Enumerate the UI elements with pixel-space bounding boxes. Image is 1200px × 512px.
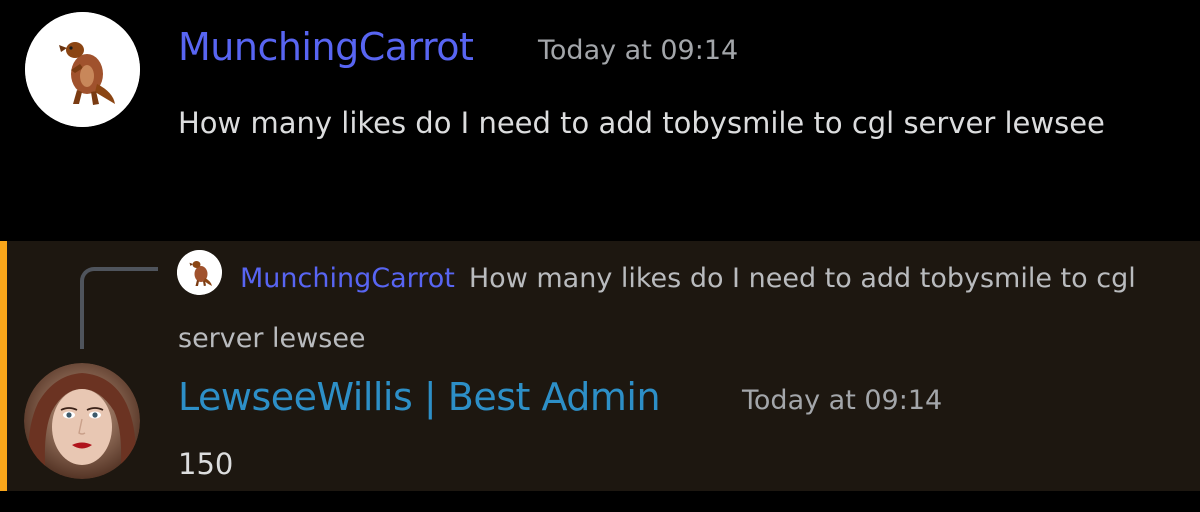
chat-view: MunchingCarrot Today at 09:14 How many l… <box>0 0 1200 512</box>
author-name[interactable]: LewseeWillis | Best Admin <box>178 378 661 416</box>
chat-bottom-spacer <box>0 491 1200 512</box>
reply-author-name[interactable]: MunchingCarrot <box>240 263 455 294</box>
chat-message: MunchingCarrot Today at 09:14 How many l… <box>0 0 1200 240</box>
author-name[interactable]: MunchingCarrot <box>178 28 474 66</box>
otter-avatar-icon[interactable] <box>25 12 140 127</box>
chat-message-highlighted: MunchingCarrot How many likes do I need t… <box>0 241 1200 491</box>
message-timestamp: Today at 09:14 <box>742 385 943 416</box>
mention-highlight-bar <box>0 241 7 491</box>
woman-portrait-avatar-icon[interactable] <box>24 363 140 479</box>
message-content: 150 <box>178 447 234 481</box>
message-content: How many likes do I need to add tobysmil… <box>178 106 1105 140</box>
message-timestamp: Today at 09:14 <box>538 35 739 66</box>
reply-connector-line <box>80 267 158 349</box>
reply-reference[interactable]: MunchingCarrot How many likes do I need t… <box>178 249 1178 369</box>
